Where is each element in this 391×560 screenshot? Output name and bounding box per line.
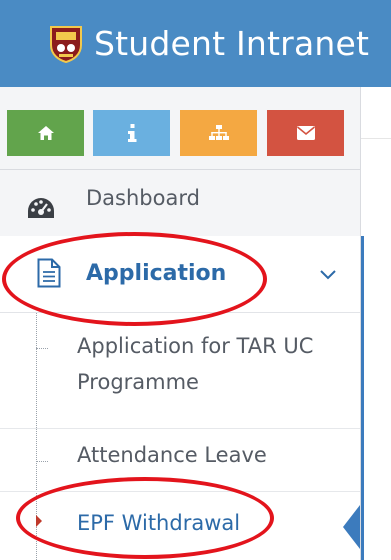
submenu-item-label: Attendance Leave <box>77 443 267 467</box>
content-area-edge <box>361 87 391 560</box>
dashboard-icon <box>26 196 56 222</box>
submenu-item-label: Application for TAR UC Programme <box>77 334 314 394</box>
sidebar-item-application[interactable]: Application <box>0 236 360 313</box>
home-icon <box>37 126 54 140</box>
submenu-item-epf-withdrawal[interactable]: EPF Withdrawal <box>0 491 360 560</box>
application-submenu: Application for TAR UC Programme Attenda… <box>0 313 360 560</box>
tree-connector <box>36 348 48 349</box>
sitemap-shortcut-button[interactable] <box>180 110 257 156</box>
info-shortcut-button[interactable] <box>93 110 170 156</box>
app-title: Student Intranet <box>94 24 370 63</box>
divider <box>361 138 391 139</box>
app-header: Student Intranet <box>0 0 391 87</box>
caret-right-icon <box>36 515 42 527</box>
mail-shortcut-button[interactable] <box>267 110 344 156</box>
university-logo-icon[interactable] <box>48 24 84 64</box>
chevron-down-icon[interactable] <box>319 266 337 280</box>
active-section-indicator <box>361 236 364 560</box>
sidebar-item-label: Dashboard <box>86 186 200 210</box>
submenu-item-attendance-leave[interactable]: Attendance Leave <box>0 428 360 492</box>
home-shortcut-button[interactable] <box>7 110 84 156</box>
tree-connector <box>36 461 48 462</box>
submenu-item-label: EPF Withdrawal <box>77 511 241 535</box>
envelope-icon <box>296 126 315 140</box>
sitemap-icon <box>208 125 229 140</box>
sidebar-shortcuts <box>0 87 361 170</box>
active-item-pointer-icon <box>343 505 360 549</box>
info-icon <box>127 124 136 142</box>
submenu-item-tar-uc-programme[interactable]: Application for TAR UC Programme <box>0 313 360 429</box>
document-icon <box>37 258 61 288</box>
sidebar-item-label: Application <box>86 261 227 286</box>
